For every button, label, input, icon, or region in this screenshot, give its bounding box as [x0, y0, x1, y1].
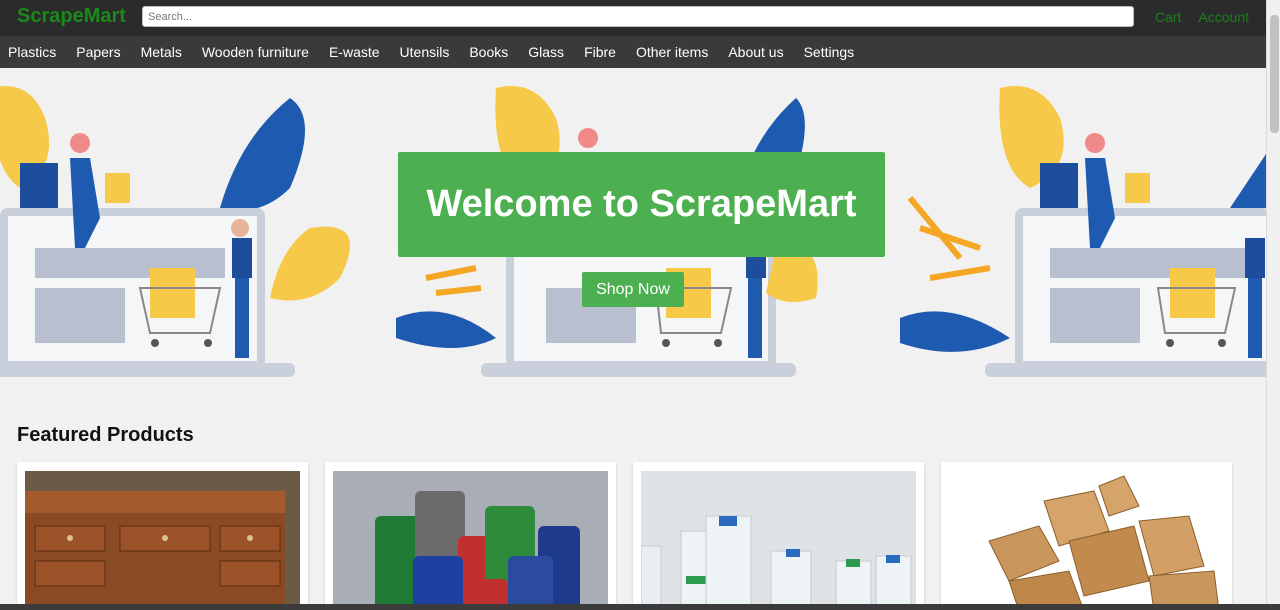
shopping-illustration-left — [0, 86, 350, 377]
hero-title: Welcome to ScrapeMart — [426, 183, 857, 225]
product-card[interactable] — [633, 462, 924, 610]
nav-plastics[interactable]: Plastics — [8, 44, 56, 60]
search-input[interactable] — [142, 6, 1134, 27]
nav-settings[interactable]: Settings — [804, 44, 855, 60]
nav-books[interactable]: Books — [469, 44, 508, 60]
product-card[interactable] — [17, 462, 308, 610]
product-card[interactable] — [941, 462, 1232, 610]
featured-products-grid — [17, 462, 1232, 610]
category-navbar: Plastics Papers Metals Wooden furniture … — [0, 36, 1266, 68]
site-logo[interactable]: ScrapeMart — [17, 5, 126, 28]
shop-now-button[interactable]: Shop Now — [582, 272, 684, 307]
product-card[interactable] — [325, 462, 616, 610]
nav-about-us[interactable]: About us — [728, 44, 783, 60]
wooden-desk-image[interactable] — [25, 471, 300, 610]
nav-other-items[interactable]: Other items — [636, 44, 708, 60]
vertical-scrollbar[interactable] — [1266, 0, 1280, 605]
nav-e-waste[interactable]: E-waste — [329, 44, 380, 60]
welcome-banner: Welcome to ScrapeMart — [398, 152, 885, 257]
header-links: Cart Account — [1155, 9, 1249, 25]
hero-banner: Welcome to ScrapeMart Shop Now — [0, 68, 1266, 388]
nav-fibre[interactable]: Fibre — [584, 44, 616, 60]
cart-link[interactable]: Cart — [1155, 9, 1181, 25]
scrollbar-thumb[interactable] — [1270, 15, 1279, 133]
nav-papers[interactable]: Papers — [76, 44, 120, 60]
account-link[interactable]: Account — [1198, 9, 1249, 25]
nav-glass[interactable]: Glass — [528, 44, 564, 60]
featured-products-heading: Featured Products — [17, 424, 194, 446]
cardboard-boxes-image[interactable] — [949, 471, 1224, 610]
nav-metals[interactable]: Metals — [141, 44, 182, 60]
top-header: ScrapeMart Cart Account — [0, 0, 1266, 36]
plastic-bottles-image[interactable] — [641, 471, 916, 610]
metal-cans-image[interactable] — [333, 471, 608, 610]
nav-utensils[interactable]: Utensils — [400, 44, 450, 60]
shopping-illustration-right — [900, 86, 1266, 377]
nav-wooden-furniture[interactable]: Wooden furniture — [202, 44, 309, 60]
bottom-edge — [0, 604, 1280, 610]
